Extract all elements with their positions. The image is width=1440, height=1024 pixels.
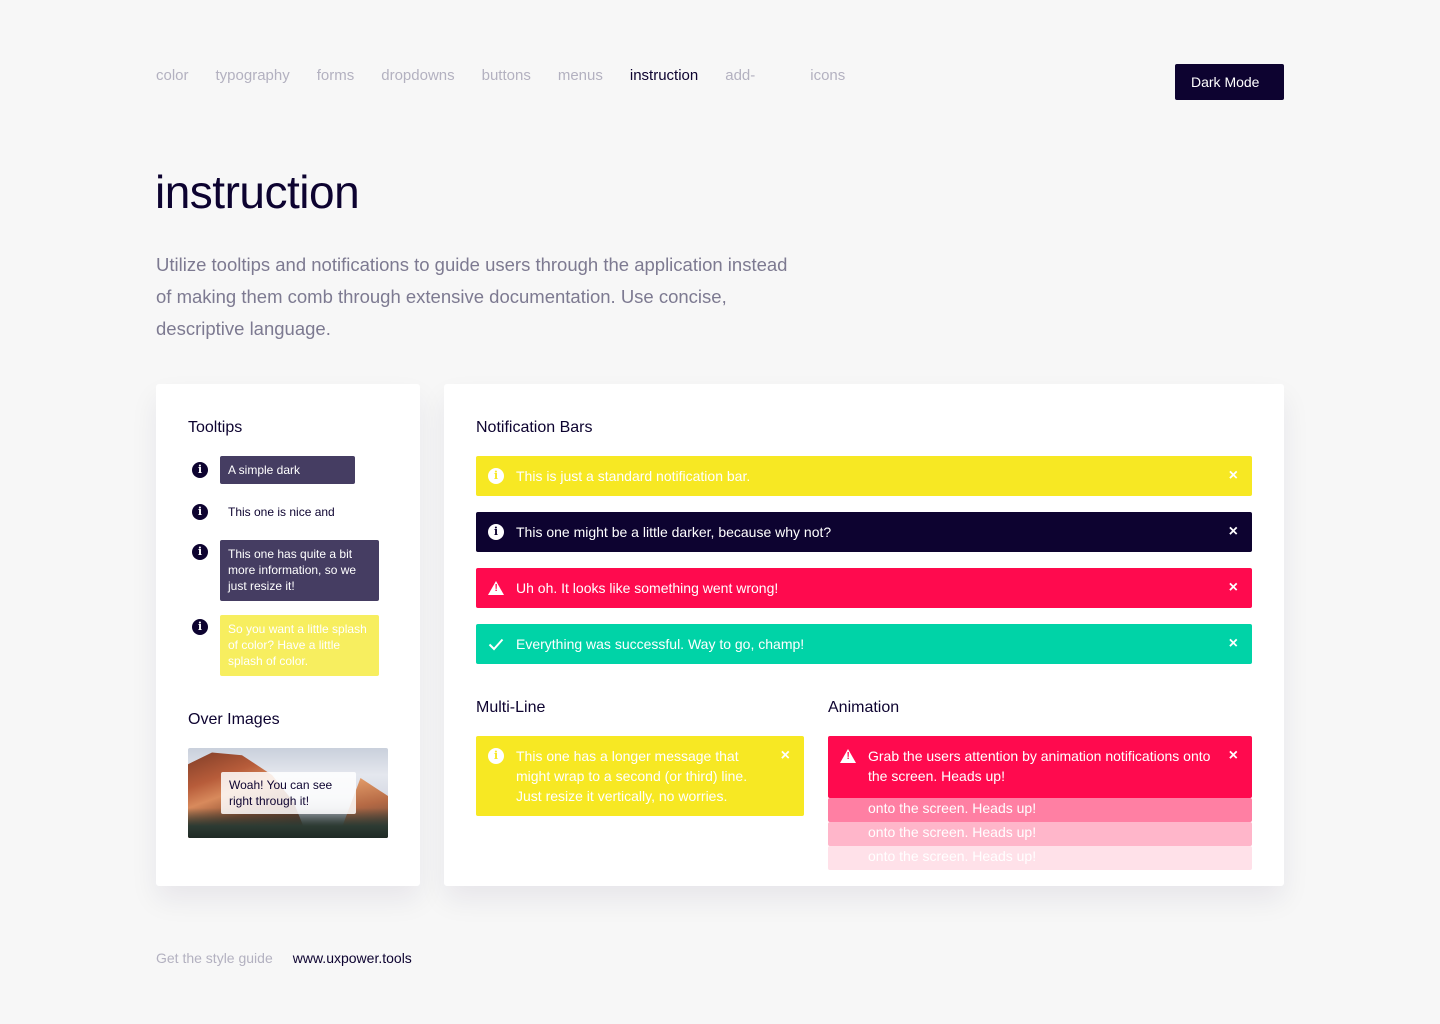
notification-multi-line: i This one has a longer message that mig… bbox=[476, 736, 804, 816]
nav-item-icons[interactable]: icons bbox=[810, 66, 845, 86]
notification-bar-dark: i This one might be a little darker, bec… bbox=[476, 512, 1252, 552]
tooltips-title: Tooltips bbox=[188, 419, 243, 436]
warning-icon: ! bbox=[488, 580, 504, 596]
tooltip-plain: This one is nice and bbox=[228, 505, 335, 519]
tooltip-over-image: Woah! You can see right through it! bbox=[221, 772, 356, 814]
nav-item-forms[interactable]: forms bbox=[317, 66, 355, 86]
animation-ghost: onto the screen. Heads up! bbox=[828, 798, 1252, 822]
tooltip-yellow: So you want a little splash of color? Ha… bbox=[220, 615, 379, 676]
dark-mode-button[interactable]: Dark Mode bbox=[1175, 64, 1284, 100]
close-icon[interactable]: × bbox=[1229, 522, 1238, 542]
check-icon bbox=[488, 636, 504, 652]
nav-item-instruction[interactable]: instruction bbox=[630, 66, 698, 86]
landscape-image: Woah! You can see right through it! bbox=[188, 748, 388, 838]
info-icon: i bbox=[488, 468, 504, 484]
nav-item-color[interactable]: color bbox=[156, 66, 189, 86]
info-icon: i bbox=[488, 748, 504, 764]
nav-item-add-ons[interactable]: add- bbox=[725, 66, 783, 86]
ghost-text: onto the screen. Heads up! bbox=[868, 800, 1037, 816]
notification-animated: ! Grab the users attention by animation … bbox=[828, 736, 1252, 798]
over-images-title: Over Images bbox=[188, 711, 280, 728]
tooltips-card: Tooltips i A simple dark i This one is n… bbox=[156, 384, 420, 886]
animation-ghost: onto the screen. Heads up! bbox=[828, 846, 1252, 870]
notifications-card: Notification Bars i This is just a stand… bbox=[444, 384, 1284, 886]
notification-text: This one has a longer message that might… bbox=[516, 748, 748, 804]
ghost-text: onto the screen. Heads up! bbox=[868, 848, 1037, 864]
close-icon[interactable]: × bbox=[1229, 466, 1238, 486]
top-nav: color typography forms dropdowns buttons… bbox=[156, 66, 872, 86]
warning-icon: ! bbox=[840, 748, 856, 763]
close-icon[interactable]: × bbox=[1229, 746, 1238, 766]
page-title: instruction bbox=[155, 166, 360, 218]
multi-line-title: Multi-Line bbox=[476, 699, 546, 716]
footer: Get the style guide www.uxpower.tools bbox=[156, 949, 412, 967]
notification-text: This one might be a little darker, becau… bbox=[516, 524, 832, 540]
notification-bars-title: Notification Bars bbox=[476, 419, 593, 436]
close-icon[interactable]: × bbox=[781, 746, 790, 766]
footer-label: Get the style guide bbox=[156, 950, 273, 966]
notification-bar-success: Everything was successful. Way to go, ch… bbox=[476, 624, 1252, 664]
info-icon: i bbox=[488, 524, 504, 540]
info-icon[interactable]: i bbox=[192, 504, 208, 520]
nav-item-menus[interactable]: menus bbox=[558, 66, 603, 86]
animation-ghost: onto the screen. Heads up! bbox=[828, 822, 1252, 846]
animation-title: Animation bbox=[828, 699, 900, 716]
notification-bar-error: ! Uh oh. It looks like something went wr… bbox=[476, 568, 1252, 608]
notification-text: Grab the users attention by animation no… bbox=[868, 748, 1211, 784]
notification-text: Everything was successful. Way to go, ch… bbox=[516, 636, 805, 652]
info-icon[interactable]: i bbox=[192, 462, 208, 478]
close-icon[interactable]: × bbox=[1229, 634, 1238, 654]
ghost-text: onto the screen. Heads up! bbox=[868, 824, 1037, 840]
nav-item-typography[interactable]: typography bbox=[216, 66, 290, 86]
tooltip-dark: A simple dark bbox=[220, 456, 355, 484]
notification-bar-standard: i This is just a standard notification b… bbox=[476, 456, 1252, 496]
tooltip-multiline: This one has quite a bit more informatio… bbox=[220, 540, 379, 601]
notification-animation: onto the screen. Heads up! onto the scre… bbox=[828, 736, 1252, 870]
info-icon[interactable]: i bbox=[192, 619, 208, 635]
footer-link[interactable]: www.uxpower.tools bbox=[293, 949, 412, 967]
notification-text: Uh oh. It looks like something went wron… bbox=[516, 580, 779, 596]
close-icon[interactable]: × bbox=[1229, 578, 1238, 598]
page-intro: Utilize tooltips and notifications to gu… bbox=[156, 254, 788, 339]
notification-text: This is just a standard notification bar… bbox=[516, 468, 751, 484]
nav-item-dropdowns[interactable]: dropdowns bbox=[381, 66, 454, 86]
nav-item-buttons[interactable]: buttons bbox=[482, 66, 531, 86]
info-icon[interactable]: i bbox=[192, 544, 208, 560]
